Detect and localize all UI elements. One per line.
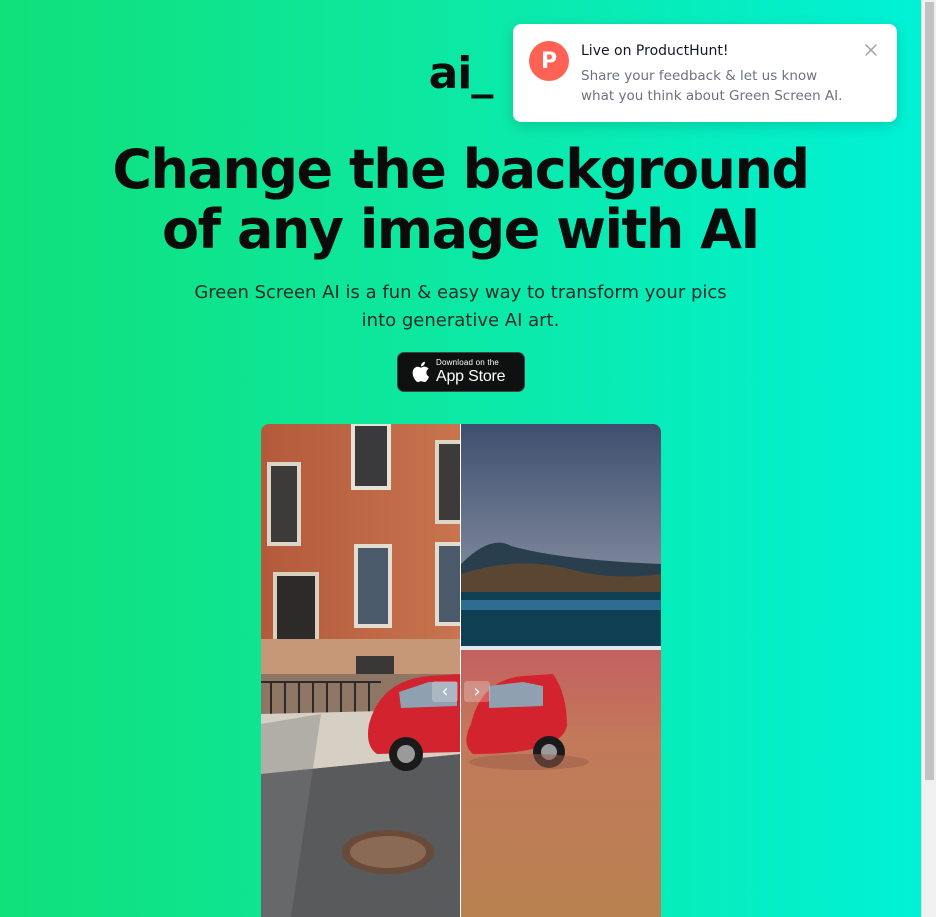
- headline-line-2: of any image with AI: [162, 198, 760, 261]
- page-scrollbar[interactable]: [921, 0, 936, 917]
- hero-headline: Change the background of any image with …: [0, 140, 921, 260]
- toast-title: Live on ProductHunt!: [581, 43, 729, 59]
- producthunt-icon: P: [529, 41, 569, 81]
- app-store-button[interactable]: Download on the App Store: [397, 352, 525, 392]
- original-photo: [261, 424, 460, 917]
- close-icon[interactable]: [861, 40, 881, 60]
- apple-icon: [412, 361, 429, 382]
- ai-generated-photo: [461, 424, 661, 917]
- app-store-big-text: App Store: [436, 368, 506, 385]
- comparison-divider[interactable]: [460, 424, 461, 917]
- comparison-image: [261, 424, 661, 917]
- toast-body: Share your feedback & let us know what y…: [581, 68, 843, 104]
- chevron-left-icon[interactable]: ‹: [432, 680, 458, 702]
- scrollbar-thumb[interactable]: [925, 2, 934, 780]
- headline-line-1: Change the background: [112, 138, 810, 201]
- app-store-text: Download on the App Store: [436, 358, 506, 385]
- chevron-right-icon[interactable]: ›: [464, 680, 490, 702]
- hero-subtitle: Green Screen AI is a fun & easy way to t…: [194, 282, 727, 331]
- comparison-slider-handle[interactable]: ‹ ›: [432, 678, 490, 704]
- app-store-small-text: Download on the: [436, 358, 500, 367]
- producthunt-toast[interactable]: P Live on ProductHunt! Share your feedba…: [513, 24, 897, 122]
- before-after-comparison[interactable]: [261, 424, 661, 917]
